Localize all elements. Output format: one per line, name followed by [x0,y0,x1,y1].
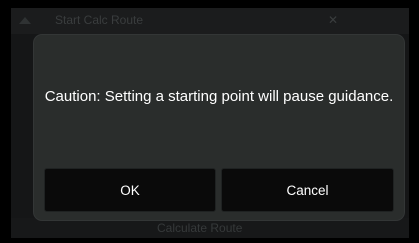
ok-button[interactable]: OK [44,168,216,212]
dialog-message: Caution: Setting a starting point will p… [44,88,394,105]
background-footer: Calculate Route [11,218,409,238]
cancel-button[interactable]: Cancel [221,168,394,212]
background-title: Start Calc Route [55,13,144,27]
caution-dialog: Caution: Setting a starting point will p… [34,35,404,220]
back-arrow-icon[interactable] [19,17,31,24]
background-header: Start Calc Route ✕ [11,8,409,34]
calculate-route-label: Calculate Route [157,221,243,235]
close-icon[interactable]: ✕ [328,13,338,27]
